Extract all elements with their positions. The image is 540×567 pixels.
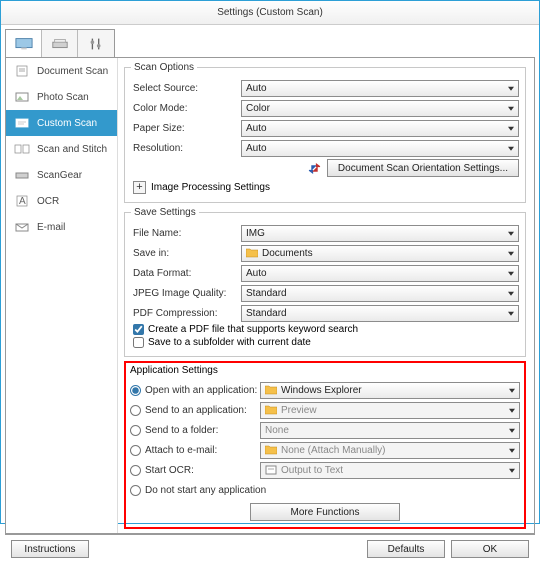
pdf-keyword-checkbox[interactable] [133,324,144,335]
window-body: Document Scan Photo Scan Custom Scan Sca… [1,25,539,567]
data-format-dropdown[interactable]: Auto [241,265,519,282]
open-app-radio-label[interactable]: Open with an application: [130,385,260,396]
scanner-icon [51,37,69,51]
photo-icon [14,91,30,103]
tab-scan-from-panel[interactable] [42,30,78,57]
expand-image-processing-button[interactable]: + [133,181,146,194]
select-source-dropdown[interactable]: Auto [241,80,519,97]
send-app-dropdown[interactable]: Preview [260,402,520,419]
send-folder-radio[interactable] [130,425,141,436]
open-app-dropdown[interactable]: Windows Explorer [260,382,520,399]
start-ocr-radio[interactable] [130,465,141,476]
svg-text:A: A [19,196,26,207]
settings-window: Settings (Custom Scan) Document Scan [0,0,540,524]
folder-icon [246,248,258,258]
subfolder-label: Save to a subfolder with current date [148,337,311,348]
more-functions-button[interactable]: More Functions [250,503,400,521]
paper-size-label: Paper Size: [131,123,241,134]
instructions-button[interactable]: Instructions [11,540,89,558]
scangear-icon [14,169,30,181]
application-settings-group: Application Settings Open with an applic… [130,365,520,521]
image-processing-label: Image Processing Settings [151,182,270,193]
sidebar: Document Scan Photo Scan Custom Scan Sca… [6,58,118,533]
sidebar-item-photo-scan[interactable]: Photo Scan [6,84,117,110]
file-name-field[interactable]: IMG [241,225,519,242]
mail-folder-icon [265,445,277,455]
sidebar-item-custom-scan[interactable]: Custom Scan [6,110,117,136]
start-ocr-radio-label[interactable]: Start OCR: [130,465,260,476]
file-name-label: File Name: [131,228,241,239]
color-mode-label: Color Mode: [131,103,241,114]
sidebar-item-label: OCR [37,196,59,207]
do-not-start-radio-label[interactable]: Do not start any application [130,485,266,496]
save-settings-legend: Save Settings [131,207,199,218]
data-format-label: Data Format: [131,268,241,279]
jpeg-quality-label: JPEG Image Quality: [131,288,241,299]
sidebar-item-label: Custom Scan [37,118,97,129]
resolution-label: Resolution: [131,143,241,154]
pdf-keyword-label: Create a PDF file that supports keyword … [148,324,358,335]
pdf-compression-label: PDF Compression: [131,308,241,319]
defaults-button[interactable]: Defaults [367,540,445,558]
scan-options-group: Scan Options Select Source: Auto Color M… [124,62,526,203]
top-tabs [5,29,115,57]
do-not-start-radio[interactable] [130,485,141,496]
attach-email-radio[interactable] [130,445,141,456]
preview-icon [265,405,277,415]
orientation-swap-icon[interactable] [308,163,321,174]
footer: Instructions Defaults OK [5,534,535,563]
sidebar-item-document-scan[interactable]: Document Scan [6,58,117,84]
ocr-icon: A [14,195,30,207]
monitor-icon [15,37,33,51]
attach-email-radio-label[interactable]: Attach to e-mail: [130,445,260,456]
content-area: Scan Options Select Source: Auto Color M… [118,58,534,533]
application-settings-legend: Application Settings [130,365,520,379]
sidebar-item-ocr[interactable]: A OCR [6,188,117,214]
sidebar-item-label: Document Scan [37,66,108,77]
custom-icon [14,117,30,129]
jpeg-quality-dropdown[interactable]: Standard [241,285,519,302]
ok-button[interactable]: OK [451,540,529,558]
select-source-label: Select Source: [131,83,241,94]
tab-scan-from-computer[interactable] [6,30,42,57]
sidebar-item-email[interactable]: E-mail [6,214,117,240]
sidebar-item-scan-and-stitch[interactable]: Scan and Stitch [6,136,117,162]
start-ocr-dropdown[interactable]: Output to Text [260,462,520,479]
send-folder-dropdown[interactable]: None [260,422,520,439]
sidebar-item-scangear[interactable]: ScanGear [6,162,117,188]
email-icon [14,221,30,233]
attach-email-dropdown[interactable]: None (Attach Manually) [260,442,520,459]
sidebar-item-label: E-mail [37,222,65,233]
subfolder-checkbox[interactable] [133,337,144,348]
save-settings-group: Save Settings File Name: IMG Save in: Do… [124,207,526,357]
send-app-radio-label[interactable]: Send to an application: [130,405,260,416]
sidebar-item-label: Photo Scan [37,92,89,103]
save-in-label: Save in: [131,248,241,259]
open-app-radio[interactable] [130,385,141,396]
window-title: Settings (Custom Scan) [1,1,539,25]
send-app-radio[interactable] [130,405,141,416]
save-in-dropdown[interactable]: Documents [241,245,519,262]
document-icon [14,65,30,77]
tools-icon [87,37,105,51]
scan-options-legend: Scan Options [131,62,197,73]
color-mode-dropdown[interactable]: Color [241,100,519,117]
text-output-icon [265,465,277,475]
paper-size-dropdown[interactable]: Auto [241,120,519,137]
sidebar-item-label: ScanGear [37,170,82,181]
application-settings-highlight: Application Settings Open with an applic… [124,361,526,529]
tab-general-settings[interactable] [78,30,114,57]
main-frame: Document Scan Photo Scan Custom Scan Sca… [5,57,535,534]
orientation-settings-button[interactable]: Document Scan Orientation Settings... [327,159,519,177]
pdf-compression-dropdown[interactable]: Standard [241,305,519,322]
explorer-icon [265,385,277,395]
send-folder-radio-label[interactable]: Send to a folder: [130,425,260,436]
sidebar-item-label: Scan and Stitch [37,144,107,155]
stitch-icon [14,143,30,155]
resolution-dropdown[interactable]: Auto [241,140,519,157]
